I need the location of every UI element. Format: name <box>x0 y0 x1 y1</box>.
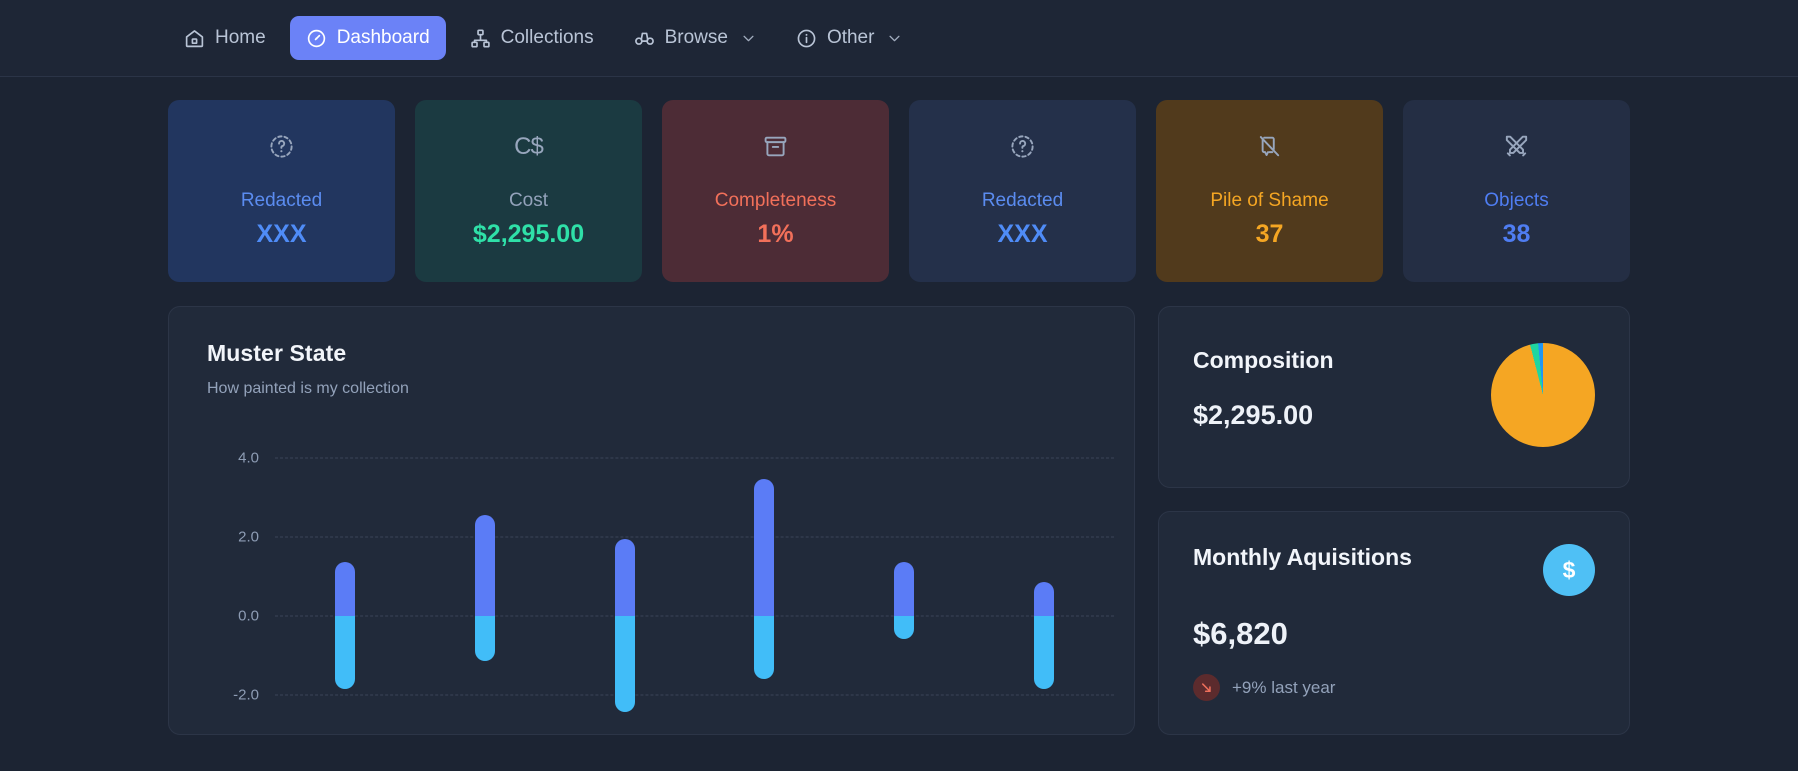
bar-group[interactable] <box>334 434 355 734</box>
stat-label: Cost <box>508 190 549 211</box>
bar-positive <box>894 562 915 616</box>
stat-card-redacted-2[interactable]: Redacted XXX <box>909 100 1136 282</box>
crossed-swords-icon <box>1503 133 1530 160</box>
nav-item-collections[interactable]: Collections <box>454 16 610 60</box>
nav-items: Home Dashboard Collections Browse Other <box>168 16 918 60</box>
y-axis-tick: -2.0 <box>233 686 259 704</box>
composition-card: Composition $2,295.00 <box>1158 306 1630 488</box>
binoculars-icon <box>634 28 655 49</box>
dollar-icon: $ <box>1543 544 1595 596</box>
bar-group[interactable] <box>754 434 775 734</box>
bar-series <box>275 434 1114 734</box>
acquisitions-trend: +9% last year <box>1193 674 1595 701</box>
bar-negative <box>754 615 775 679</box>
chart-subtitle: How painted is my collection <box>207 380 409 397</box>
bar-positive <box>1034 582 1055 616</box>
bar-group[interactable] <box>894 434 915 734</box>
stat-label: Completeness <box>714 190 837 211</box>
stat-value: 37 <box>1255 220 1284 248</box>
stat-card-row: Redacted XXX C$ Cost $2,295.00 Completen… <box>168 100 1630 282</box>
bar-positive <box>614 538 635 616</box>
bar-negative <box>334 615 355 689</box>
bar-chart: 4.0 2.0 0.0 -2.0 <box>169 434 1134 734</box>
bar-negative <box>614 615 635 713</box>
nav-item-other-label: Other <box>826 27 875 48</box>
stat-value: XXX <box>997 220 1048 248</box>
bar-negative <box>1034 615 1055 689</box>
composition-title: Composition <box>1193 347 1334 373</box>
stat-value: 1% <box>757 220 794 248</box>
arrow-down-right-icon <box>1193 674 1220 701</box>
question-dashed-icon <box>1009 133 1036 160</box>
nav-item-browse-label: Browse <box>664 27 728 48</box>
bar-group[interactable] <box>474 434 495 734</box>
question-dashed-icon <box>268 133 295 160</box>
nav-item-dashboard-label: Dashboard <box>336 27 430 48</box>
bar-group[interactable] <box>614 434 635 734</box>
bar-group[interactable] <box>1034 434 1055 734</box>
home-icon <box>184 28 205 49</box>
dollar-symbol: $ <box>1562 556 1576 583</box>
y-axis-tick: 2.0 <box>238 528 259 546</box>
stat-label: Redacted <box>981 190 1064 211</box>
bar-positive <box>334 562 355 616</box>
y-axis-tick: 0.0 <box>238 607 259 625</box>
stat-label: Objects <box>1484 190 1549 211</box>
stat-card-cost[interactable]: C$ Cost $2,295.00 <box>415 100 642 282</box>
stat-card-objects[interactable]: Objects 38 <box>1403 100 1630 282</box>
bar-negative <box>474 615 495 661</box>
no-certificate-icon <box>1256 133 1283 160</box>
stat-value: XXX <box>256 220 307 248</box>
nav-item-collections-label: Collections <box>500 27 594 48</box>
right-column: Composition $2,295.00 Monthly Aquisition… <box>1158 306 1630 735</box>
stat-label: Pile of Shame <box>1210 190 1329 211</box>
composition-pie-chart <box>1491 343 1595 447</box>
stat-label: Redacted <box>240 190 323 211</box>
nav-item-other[interactable]: Other <box>780 16 919 60</box>
page-title: Muster State <box>207 340 347 366</box>
stat-value: $2,295.00 <box>472 220 585 248</box>
nav-item-home[interactable]: Home <box>168 16 282 60</box>
stat-card-redacted-1[interactable]: Redacted XXX <box>168 100 395 282</box>
archive-box-icon <box>762 133 789 160</box>
acquisitions-title: Monthly Aquisitions <box>1193 544 1412 570</box>
muster-state-chart-card: Muster State How painted is my collectio… <box>168 306 1135 735</box>
lower-section: Muster State How painted is my collectio… <box>168 306 1630 735</box>
dashboard-page: Redacted XXX C$ Cost $2,295.00 Completen… <box>0 77 1798 735</box>
bar-positive <box>474 514 495 616</box>
bar-negative <box>894 615 915 640</box>
bar-positive <box>754 479 775 616</box>
composition-value: $2,295.00 <box>1193 400 1314 430</box>
nav-item-browse[interactable]: Browse <box>618 16 772 60</box>
acquisitions-delta-label: +9% last year <box>1232 677 1336 697</box>
gauge-icon <box>306 28 327 49</box>
acquisitions-value: $6,820 <box>1193 616 1288 651</box>
stat-card-pile-of-shame[interactable]: Pile of Shame 37 <box>1156 100 1383 282</box>
stat-value: 38 <box>1502 220 1531 248</box>
stat-card-completeness[interactable]: Completeness 1% <box>662 100 889 282</box>
chevron-down-icon[interactable] <box>887 31 902 46</box>
chevron-down-icon[interactable] <box>741 31 756 46</box>
hierarchy-icon <box>470 28 491 49</box>
nav-item-home-label: Home <box>215 27 266 48</box>
monthly-acquisitions-card: Monthly Aquisitions $ $6,820 +9% last ye… <box>1158 511 1630 735</box>
info-icon <box>796 28 817 49</box>
nav-item-dashboard[interactable]: Dashboard <box>289 16 446 60</box>
y-axis-tick: 4.0 <box>238 449 259 467</box>
canadian-dollar-icon: C$ <box>514 132 544 160</box>
top-navigation-bar: Home Dashboard Collections Browse Other <box>0 0 1798 77</box>
